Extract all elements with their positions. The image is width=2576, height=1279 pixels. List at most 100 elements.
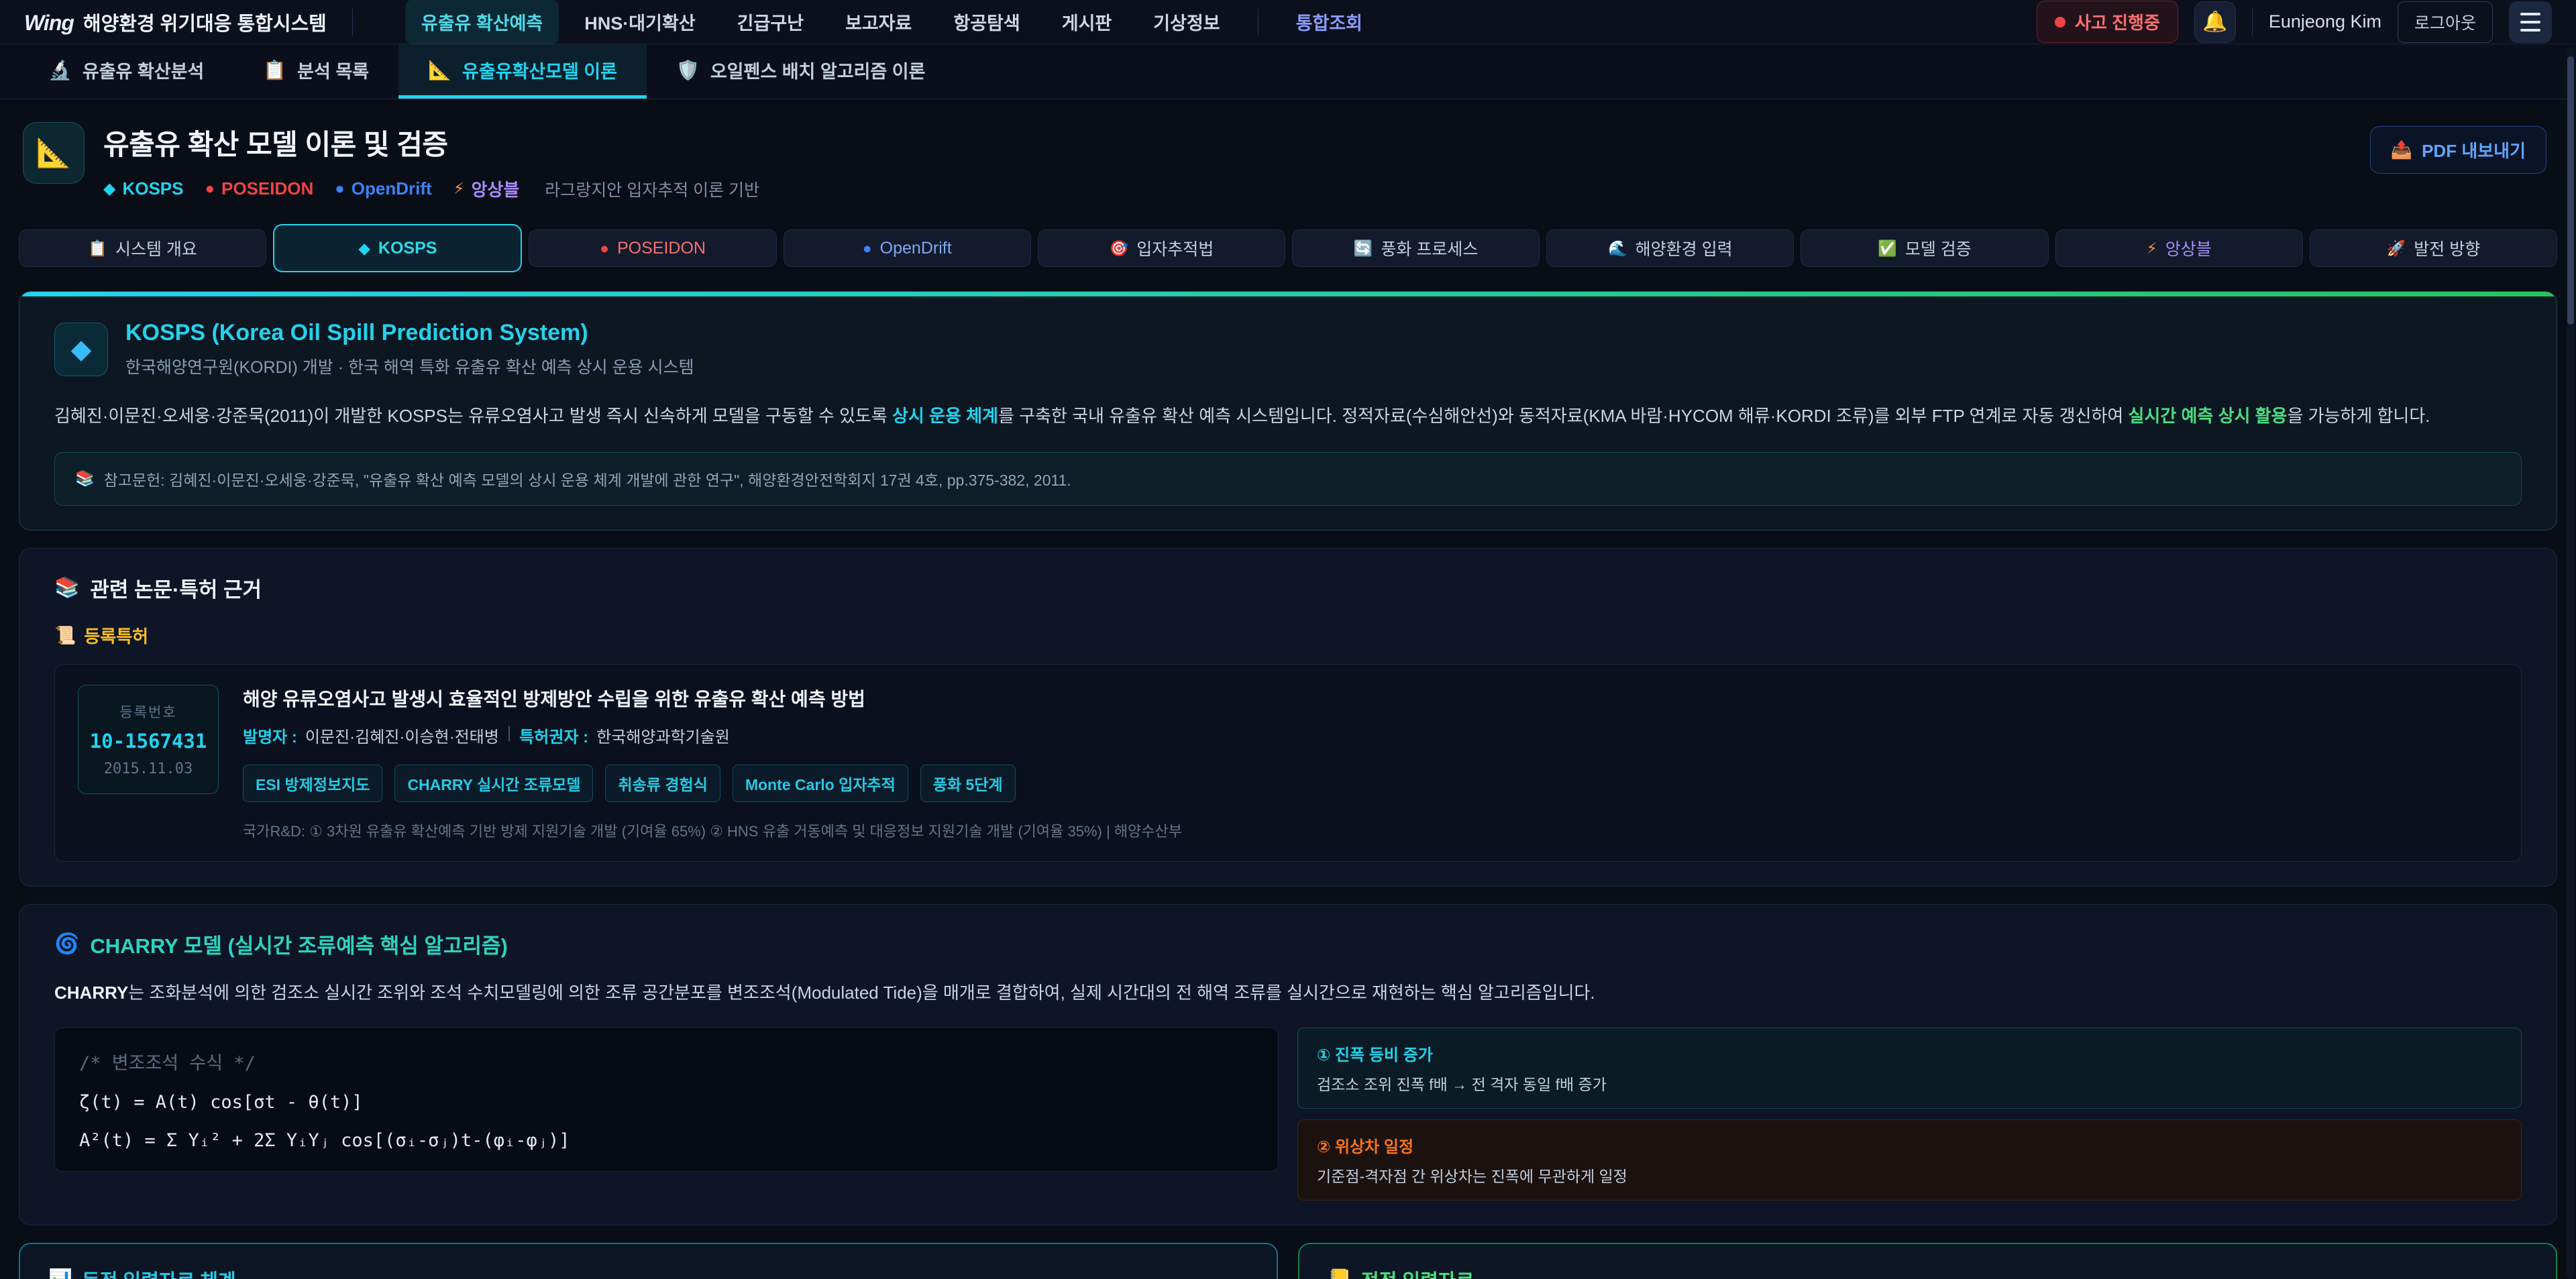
subtab-model-theory[interactable]: 📐 유출유확산모델 이론 xyxy=(398,44,647,99)
logout-button[interactable]: 로그아웃 xyxy=(2398,1,2493,43)
patent-badge-text: 등록특허 xyxy=(84,623,148,648)
nav-item-weather-info[interactable]: 기상정보 xyxy=(1137,0,1236,44)
export-icon: 📤 xyxy=(2391,140,2412,160)
badge-opendrift: ● OpenDrift xyxy=(335,178,431,199)
clipboard-icon: 📋 xyxy=(88,239,107,258)
scrollbar-track[interactable] xyxy=(2567,47,2575,1279)
hamburger-menu-icon[interactable] xyxy=(2509,1,2552,43)
nav-item-hns-air-diffusion[interactable]: HNS·대기확산 xyxy=(568,0,711,44)
reg-date: 2015.11.03 xyxy=(89,761,207,777)
callout-body: 검조소 조위 진폭 f배 → 전 격자 동일 f배 증가 xyxy=(1317,1072,2502,1095)
nav-item-oil-spill-prediction[interactable]: 유출유 확산예측 xyxy=(405,0,559,44)
kosps-paragraph-part: 을 가능하게 합니다. xyxy=(2287,406,2430,426)
lightning-icon: ⚡ xyxy=(2147,239,2157,258)
target-icon: 🎯 xyxy=(1110,239,1129,258)
subtab-analysis-list[interactable]: 📋 분석 목록 xyxy=(233,44,398,99)
subtab-oil-fence-algorithm[interactable]: 🛡️ 오일펜스 배치 알고리즘 이론 xyxy=(647,44,955,99)
main-nav: 유출유 확산예측 HNS·대기확산 긴급구난 보고자료 항공탐색 게시판 기상정… xyxy=(405,0,2023,44)
charry-paragraph: 는 조화분석에 의한 검조소 실시간 조위와 조석 수치모델링에 의한 조류 공… xyxy=(128,983,1595,1003)
nav-item-board[interactable]: 게시판 xyxy=(1046,0,1128,44)
papers-section-title: 📚 관련 논문·특허 근거 xyxy=(54,573,2522,603)
shield-icon: 🛡️ xyxy=(676,59,700,81)
inventor-names: 이문진·김혜진·이승현·전태병 xyxy=(305,724,499,747)
kosps-paragraph-part: 를 구축한 국내 유출유 확산 예측 시스템입니다. 정적자료(수심해안선)와 … xyxy=(998,406,2129,426)
patent-tag: 취송류 경험식 xyxy=(605,765,720,802)
pill-label: 풍화 프로세스 xyxy=(1381,236,1478,260)
app-title: 해양환경 위기대응 통합시스템 xyxy=(83,8,327,36)
kosps-paragraph-part: 김혜진·이문진·오세웅·강준묵(2011)이 개발한 KOSPS는 유류오염사고… xyxy=(54,406,892,426)
kosps-diamond-icon: ◆ xyxy=(54,323,108,376)
subtab-spill-analysis[interactable]: 🔬 유출유 확산분석 xyxy=(19,44,233,99)
badge-label: POSEIDON xyxy=(221,178,313,199)
callout-title: ① 진폭 등비 증가 xyxy=(1317,1042,2502,1065)
inventor-label: 발명자 : xyxy=(243,724,297,747)
lightning-icon: ⚡ xyxy=(453,179,465,199)
dynamic-title-text: 동적 입력자료 체계 xyxy=(82,1266,236,1279)
pill-label: 시스템 개요 xyxy=(115,236,197,260)
kosps-reference-text: 참고문헌: 김혜진·이문진·오세웅·강준묵, "유출유 확산 예측 모델의 상시… xyxy=(104,467,1071,490)
notification-button[interactable]: 🔔 xyxy=(2194,1,2236,43)
pdf-export-label: PDF 내보내기 xyxy=(2422,137,2526,162)
reg-number-value: 10-1567431 xyxy=(89,730,207,753)
nav-item-aerial-search[interactable]: 항공탐색 xyxy=(937,0,1036,44)
nav-item-emergency-rescue[interactable]: 긴급구난 xyxy=(721,0,820,44)
page-title: 유출유 확산 모델 이론 및 검증 xyxy=(103,122,759,163)
microscope-icon: 🔬 xyxy=(48,59,72,81)
pill-marine-env-input[interactable]: 🌊 해양환경 입력 xyxy=(1546,229,1794,267)
patent-item: 등록번호 10-1567431 2015.11.03 해양 유류오염사고 발생시… xyxy=(54,664,2522,862)
dynamic-input-card: 📊 동적 입력자료 체계 🌬️ 바람·기온 KMA UM · ~12km · 2… xyxy=(19,1243,1278,1279)
static-input-title: 📒 정적 입력자료 xyxy=(1328,1266,2528,1279)
kosps-description: 김혜진·이문진·오세웅·강준묵(2011)이 개발한 KOSPS는 유류오염사고… xyxy=(54,401,2522,432)
cycle-icon: 🔄 xyxy=(1354,239,1373,258)
badge-label: KOSPS xyxy=(122,178,183,199)
patent-tag: ESI 방제정보지도 xyxy=(243,765,382,802)
pill-system-overview[interactable]: 📋 시스템 개요 xyxy=(19,229,266,267)
nav-item-reports[interactable]: 보고자료 xyxy=(829,0,928,44)
patent-title: 해양 유류오염사고 발생시 효율적인 방제방안 수립을 위한 유출유 확산 예측… xyxy=(243,685,1182,712)
pill-poseidon[interactable]: ● POSEIDON xyxy=(529,229,776,267)
wave-icon: 🌊 xyxy=(1608,239,1627,258)
books-icon: 📚 xyxy=(54,576,79,600)
code-comment: /* 변조조석 수식 */ xyxy=(79,1048,1254,1074)
bar-chart-icon: 📊 xyxy=(48,1268,72,1279)
pill-weathering-process[interactable]: 🔄 풍화 프로세스 xyxy=(1292,229,1540,267)
incident-status-badge[interactable]: 사고 진행중 xyxy=(2037,1,2178,43)
pill-kosps[interactable]: ◆ KOSPS xyxy=(273,224,522,272)
pill-particle-tracking[interactable]: 🎯 입자추적법 xyxy=(1038,229,1285,267)
pdf-export-button[interactable]: 📤 PDF 내보내기 xyxy=(2370,126,2546,174)
user-name: Eunjeong Kim xyxy=(2269,11,2381,32)
registered-patent-label: 📜 등록특허 xyxy=(54,623,2522,648)
pill-label: KOSPS xyxy=(378,239,437,258)
model-badges: ◆ KOSPS ● POSEIDON ● OpenDrift ⚡ 앙상블 라그랑… xyxy=(103,176,759,201)
status-dot-icon xyxy=(2055,17,2065,27)
red-dot-icon: ● xyxy=(600,239,609,258)
section-nav: 📋 시스템 개요 ◆ KOSPS ● POSEIDON ● OpenDrift … xyxy=(19,223,2557,274)
page-header: 📐 유출유 확산 모델 이론 및 검증 ◆ KOSPS ● POSEIDON ●… xyxy=(0,99,2576,219)
patent-details: 해양 유류오염사고 발생시 효율적인 방제방안 수립을 위한 유출유 확산 예측… xyxy=(243,685,1182,841)
books-icon: 📚 xyxy=(75,469,95,488)
kosps-header: ◆ KOSPS (Korea Oil Spill Prediction Syst… xyxy=(54,320,2522,378)
papers-patents-card: 📚 관련 논문·특허 근거 📜 등록특허 등록번호 10-1567431 201… xyxy=(19,548,2557,887)
pill-label: 입자추적법 xyxy=(1136,236,1214,260)
header-right: 사고 진행중 🔔 Eunjeong Kim 로그아웃 xyxy=(2037,1,2552,43)
scroll-icon: 📜 xyxy=(54,625,76,646)
pill-label: 앙상블 xyxy=(2165,236,2212,260)
static-input-card: 📒 정적 입력자료 📍 수심·해안선 전자해도(ENC) → 500m 격자 보… xyxy=(1298,1243,2557,1279)
pill-future-direction[interactable]: 🚀 발전 방향 xyxy=(2310,229,2557,267)
formula-line-1: ζ(t) = A(t) cos[σt - θ(t)] xyxy=(79,1092,1254,1113)
pill-model-validation[interactable]: ✅ 모델 검증 xyxy=(1801,229,2048,267)
pill-opendrift[interactable]: ● OpenDrift xyxy=(784,229,1031,267)
patent-tag: 풍화 5단계 xyxy=(920,765,1016,802)
charry-content-grid: /* 변조조석 수식 */ ζ(t) = A(t) cos[σt - θ(t)]… xyxy=(54,1027,2522,1201)
nav-item-integrated-search[interactable]: 통합조회 xyxy=(1280,0,1379,44)
scrollbar-thumb[interactable] xyxy=(2567,56,2574,325)
app-logo: Wing 해양환경 위기대응 통합시스템 xyxy=(24,8,327,36)
subtab-label: 오일펜스 배치 알고리즘 이론 xyxy=(710,57,926,83)
charry-callouts: ① 진폭 등비 증가 검조소 조위 진폭 f배 → 전 격자 동일 f배 증가 … xyxy=(1297,1027,2522,1201)
pill-label: OpenDrift xyxy=(880,239,952,258)
callout-phase-constant: ② 위상차 일정 기준점-격자점 간 위상차는 진폭에 무관하게 일정 xyxy=(1297,1119,2522,1201)
page-subtitle-note: 라그랑지안 입자추적 이론 기반 xyxy=(545,177,759,201)
page-title-ruler-icon: 📐 xyxy=(23,122,85,184)
pill-ensemble[interactable]: ⚡ 앙상블 xyxy=(2055,229,2303,267)
charry-description: CHARRY는 조화분석에 의한 검조소 실시간 조위와 조석 수치모델링에 의… xyxy=(54,978,2522,1007)
